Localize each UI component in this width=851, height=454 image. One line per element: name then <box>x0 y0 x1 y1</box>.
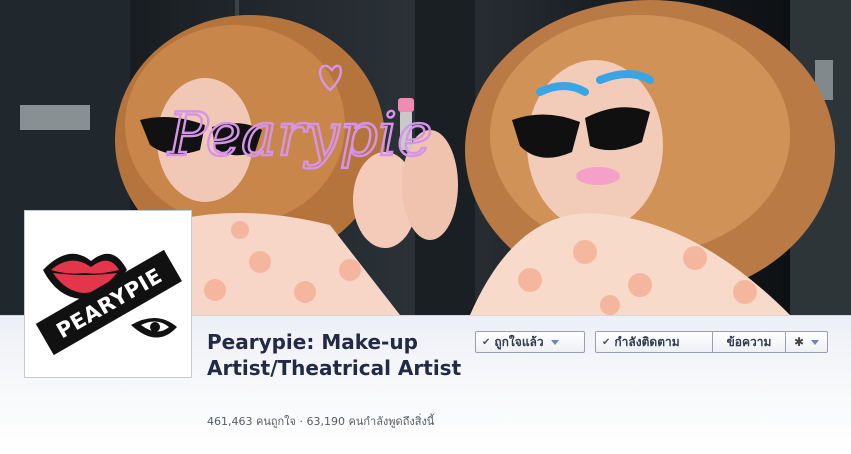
following-button-label: กำลังติดตาม <box>614 334 680 349</box>
gear-icon: ✱ <box>794 335 805 349</box>
follow-message-button-group: ✔ กำลังติดตาม ข้อความ ✱ <box>595 331 828 353</box>
chevron-down-icon <box>550 339 559 345</box>
page-title: Pearypie: Make-up Artist/Theatrical Arti… <box>207 330 462 380</box>
pearypie-logo: PEARYPIE <box>29 215 187 373</box>
liked-button-label: ถูกใจแล้ว <box>494 334 544 349</box>
settings-button[interactable]: ✱ <box>786 331 828 353</box>
check-icon: ✔ <box>602 336 611 348</box>
cover-scribble-text: Pearypie <box>167 100 433 170</box>
profile-picture[interactable]: PEARYPIE <box>24 210 192 378</box>
check-icon: ✔ <box>482 336 491 348</box>
chevron-down-icon <box>811 339 820 345</box>
message-button-label: ข้อความ <box>726 334 772 349</box>
page-stats: 461,463 คนถูกใจ · 63,190 คนกำลังพูดถึงสิ… <box>207 415 435 428</box>
liked-button[interactable]: ✔ ถูกใจแล้ว <box>475 331 585 353</box>
following-button[interactable]: ✔ กำลังติดตาม <box>595 331 713 353</box>
message-button[interactable]: ข้อความ <box>713 331 786 353</box>
